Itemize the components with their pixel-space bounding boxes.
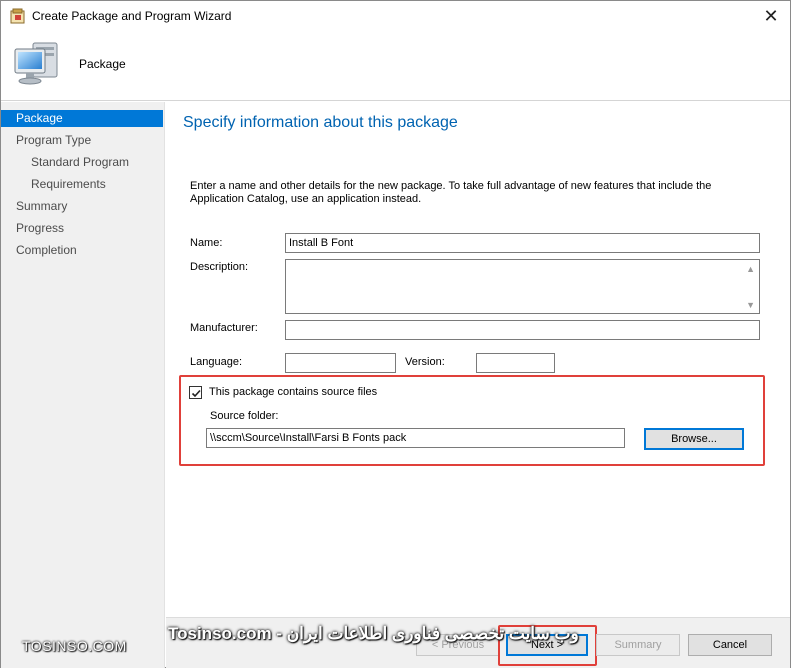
cancel-button[interactable]: Cancel xyxy=(688,634,772,656)
sidebar-item-progress[interactable]: Progress xyxy=(1,220,163,237)
close-button[interactable]: ✕ xyxy=(753,1,789,31)
sidebar-item-program-type[interactable]: Program Type xyxy=(1,132,163,149)
wizard-header: Package xyxy=(1,31,790,101)
source-folder-input[interactable]: \\sccm\Source\Install\Farsi B Fonts pack xyxy=(206,428,625,448)
checkmark-icon xyxy=(191,389,201,398)
source-folder-label: Source folder: xyxy=(210,410,279,422)
sidebar-item-requirements[interactable]: Requirements xyxy=(1,176,163,193)
scroll-down-icon[interactable]: ▼ xyxy=(746,300,755,310)
wizard-window: Create Package and Program Wizard ✕ Pack… xyxy=(0,0,791,668)
name-label: Name: xyxy=(190,237,223,249)
manufacturer-input[interactable] xyxy=(285,320,760,340)
wizard-app-icon xyxy=(10,8,26,24)
description-label: Description: xyxy=(190,261,249,273)
scroll-up-icon[interactable]: ▲ xyxy=(746,264,755,274)
watermark-left: TOSINSO.COM xyxy=(22,638,127,654)
page-heading: Specify information about this package xyxy=(183,114,458,131)
sidebar-item-package[interactable]: Package xyxy=(1,110,163,127)
source-files-checkbox-label[interactable]: This package contains source files xyxy=(209,386,377,398)
title-bar: Create Package and Program Wizard ✕ xyxy=(1,1,790,31)
close-icon: ✕ xyxy=(763,5,779,26)
language-input[interactable] xyxy=(285,353,396,373)
computer-monitor-icon xyxy=(11,39,63,91)
window-title: Create Package and Program Wizard xyxy=(32,9,232,23)
wizard-sidebar: Package Program Type Standard Program Re… xyxy=(1,102,165,668)
version-label: Version: xyxy=(405,356,445,368)
source-files-checkbox[interactable] xyxy=(189,386,202,399)
summary-button[interactable]: Summary xyxy=(596,634,680,656)
language-label: Language: xyxy=(190,356,242,368)
header-title: Package xyxy=(79,57,126,71)
sidebar-item-summary[interactable]: Summary xyxy=(1,198,163,215)
version-input[interactable] xyxy=(476,353,555,373)
watermark-right: وب سایت تخصصی فناوری اطلاعات ایران - Tos… xyxy=(168,624,579,643)
manufacturer-label: Manufacturer: xyxy=(190,322,258,334)
browse-button[interactable]: Browse... xyxy=(644,428,744,450)
description-textarea[interactable]: ▲ ▼ xyxy=(285,259,760,314)
name-input[interactable]: Install B Font xyxy=(285,233,760,253)
sidebar-item-completion[interactable]: Completion xyxy=(1,242,163,259)
intro-text: Enter a name and other details for the n… xyxy=(190,180,712,205)
wizard-main-panel: Specify information about this package E… xyxy=(166,102,790,668)
sidebar-item-standard-program[interactable]: Standard Program xyxy=(1,154,163,171)
description-scrollbar[interactable]: ▲ ▼ xyxy=(743,260,759,313)
